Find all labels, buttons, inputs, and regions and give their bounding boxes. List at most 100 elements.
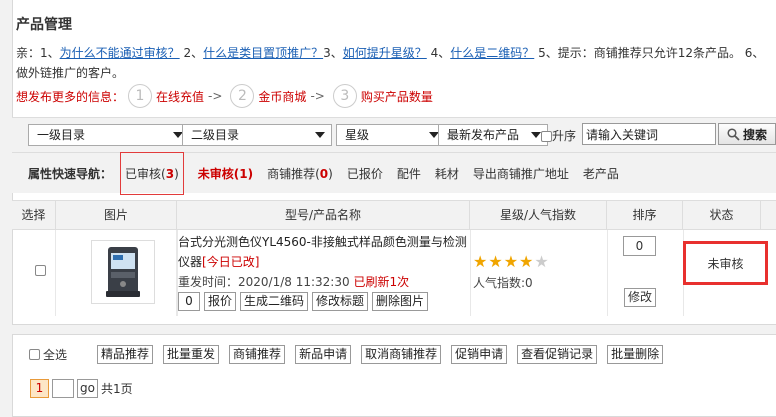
promo-step-buy-quota[interactable]: 3 购买产品数量 [329,84,433,108]
tips-sep: 2、 [179,46,204,60]
edit-button[interactable]: 修改 [624,288,657,307]
tip-link-qrcode[interactable]: 什么是二维码？ [450,46,534,60]
star-filled-icon: ★ [519,252,534,271]
tip-link-audit[interactable]: 为什么不能通过审核？ [60,46,180,60]
nav-close: ) [174,166,179,181]
category-2-select[interactable]: 二级目录 [182,124,332,146]
step-number-1: 1 [128,84,153,108]
cell-divider [607,230,608,316]
page-go-button[interactable]: go [77,379,98,398]
pagination: 1 go 共1页 [30,379,133,398]
nav-item-old-products[interactable]: 老产品 [583,165,619,182]
bulk-cancel-recommend-button[interactable]: 取消商铺推荐 [361,345,442,364]
status-badge: 未审核 [683,241,768,285]
promo-step-coin-mall[interactable]: 2 金币商城 [226,84,306,108]
step-number-3: 3 [332,84,357,108]
page-total: 共1页 [100,382,133,396]
bulk-resend-button[interactable]: 批量重发 [163,345,220,364]
filter-bar: 一级目录 二级目录 星级 最新发布产品 升序 搜索 [12,117,776,153]
nav-count: 0 [319,166,329,181]
delete-image-button[interactable]: 删除图片 [372,292,429,311]
nav-count: 3 [165,166,175,181]
time-value: 2020/1/8 11:32:30 [238,275,350,289]
tip-link-category-top[interactable]: 什么是类目置顶推广？ [203,46,323,60]
promo-step-recharge[interactable]: 1 在线充值 [124,84,204,108]
tips-line2: 做外链推广的客户。 [16,66,125,80]
step-label: 金币商城 [258,89,307,104]
bulk-new-product-button[interactable]: 新品申请 [295,345,352,364]
search-label: 搜索 [742,127,767,142]
header-select: 选择 [12,201,56,230]
arrow: -> [208,89,223,103]
star-empty-icon: ★ [534,252,549,271]
header-image: 图片 [56,201,177,230]
header-name: 型号/产品名称 [177,201,470,230]
edit-title-button[interactable]: 修改标题 [312,292,369,311]
star-filled-icon: ★ [473,252,488,271]
select-value: 一级目录 [37,128,86,142]
page-jump-input[interactable] [52,379,74,398]
bulk-featured-button[interactable]: 精品推荐 [97,345,154,364]
select-all-label: 全选 [43,348,68,362]
search-icon [727,127,740,141]
asc-checkbox[interactable] [541,131,552,142]
bulk-promotion-records-button[interactable]: 查看促销记录 [517,345,598,364]
row-quantity-input[interactable]: 0 [178,292,200,311]
nav-item-consumables[interactable]: 耗材 [435,165,459,182]
colorimeter-image-icon [106,247,140,297]
tips-sep: 4、 [426,46,451,60]
row-checkbox[interactable] [35,265,46,276]
nav-close: ) [328,166,333,181]
select-value: 星级 [345,128,370,142]
star-rating: ★ ★ ★ ★ ★ [473,252,549,271]
bulk-actions: 全选 精品推荐 批量重发 商铺推荐 新品申请 取消商铺推荐 促销申请 查看促销记… [29,345,664,364]
nav-item-quoted[interactable]: 已报价 [347,165,383,182]
nav-item-unapproved[interactable]: 未审核(1) [198,165,253,182]
select-all-checkbox[interactable] [29,349,40,360]
time-label: 重发时间： [178,275,239,289]
search-button[interactable]: 搜索 [718,123,776,145]
bulk-panel: 全选 精品推荐 批量重发 商铺推荐 新品申请 取消商铺推荐 促销申请 查看促销记… [12,334,776,417]
nav-text: 商铺推荐( [267,166,320,181]
tips-tail: 5、提示：商铺推荐只允许12条产品。 6、 [534,46,765,60]
sort-select[interactable]: 最新发布产品 [438,124,548,146]
nav-item-parts[interactable]: 配件 [397,165,421,182]
product-name[interactable]: 台式分光测色仪YL4560-非接触式样品颜色测量与检测仪器[今日已改] [178,232,478,272]
step-label: 购买产品数量 [360,89,433,104]
resend-time: 重发时间：2020/1/8 11:32:30 已刷新1次 [178,273,409,290]
star-filled-icon: ★ [503,252,519,271]
page-title: 产品管理 [16,17,72,33]
tip-link-star[interactable]: 如何提升星级？ [343,46,427,60]
product-thumbnail[interactable] [91,240,155,304]
select-value: 二级目录 [191,128,240,142]
star-select[interactable]: 星级 [336,124,446,146]
tips-text: 亲：1、为什么不能通过审核？ 2、什么是类目置顶推广？3、如何提升星级？ 4、什… [16,43,776,83]
promo-bar: 想发布更多的信息： 1 在线充值 -> 2 金币商城 -> 3 购买产品数量 [16,84,433,108]
header-stars: 星级/人气指数 [470,201,607,230]
popularity-index: 人气指数:0 [473,276,533,290]
bulk-shop-recommend-button[interactable]: 商铺推荐 [229,345,286,364]
step-label: 在线充值 [156,89,205,104]
bulk-promotion-button[interactable]: 促销申请 [451,345,508,364]
select-value: 最新发布产品 [447,128,520,142]
asc-label: 升序 [552,129,577,143]
page-current[interactable]: 1 [30,379,49,398]
quote-button[interactable]: 报价 [204,292,237,311]
chevron-down-icon [531,132,541,138]
header-sort: 排序 [607,201,683,230]
chevron-down-icon [315,132,325,138]
nav-item-shop-recommend[interactable]: 商铺推荐(0) [267,165,333,182]
category-1-select[interactable]: 一级目录 [28,124,190,146]
bulk-delete-button[interactable]: 批量删除 [607,345,664,364]
keyword-input[interactable] [582,123,716,145]
table-header: 选择 图片 型号/产品名称 星级/人气指数 排序 状态 [12,200,776,230]
cell-select [12,230,56,316]
nav-item-approved[interactable]: 已审核(3) [120,151,184,195]
table-row: 台式分光测色仪YL4560-非接触式样品颜色测量与检测仪器[今日已改] 重发时间… [12,230,776,316]
nav-item-export-links[interactable]: 导出商铺推广地址 [473,165,569,182]
sort-order-input[interactable]: 0 [623,236,656,256]
nav-text: 已审核( [125,166,166,181]
generate-qrcode-button[interactable]: 生成二维码 [240,292,309,311]
refresh-count: 已刷新1次 [353,275,410,289]
asc-checkbox-wrap[interactable]: 升序 [541,127,576,144]
